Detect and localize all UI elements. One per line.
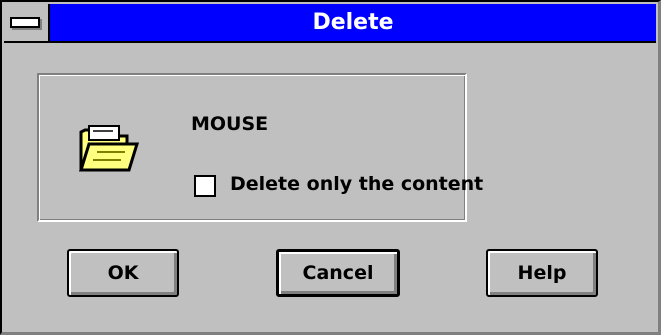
window-title: Delete	[312, 10, 394, 35]
help-button[interactable]: Help	[486, 249, 598, 297]
ok-button[interactable]: OK	[67, 249, 179, 297]
system-menu-button[interactable]	[4, 4, 50, 41]
system-menu-icon	[10, 17, 40, 28]
cancel-button[interactable]: Cancel	[276, 249, 400, 297]
item-name: MOUSE	[191, 113, 269, 135]
delete-content-only-label[interactable]: Delete only the content	[230, 173, 483, 195]
delete-content-only-checkbox[interactable]	[194, 175, 216, 197]
title-bar[interactable]: Delete	[4, 4, 656, 43]
folder-icon	[78, 125, 140, 172]
